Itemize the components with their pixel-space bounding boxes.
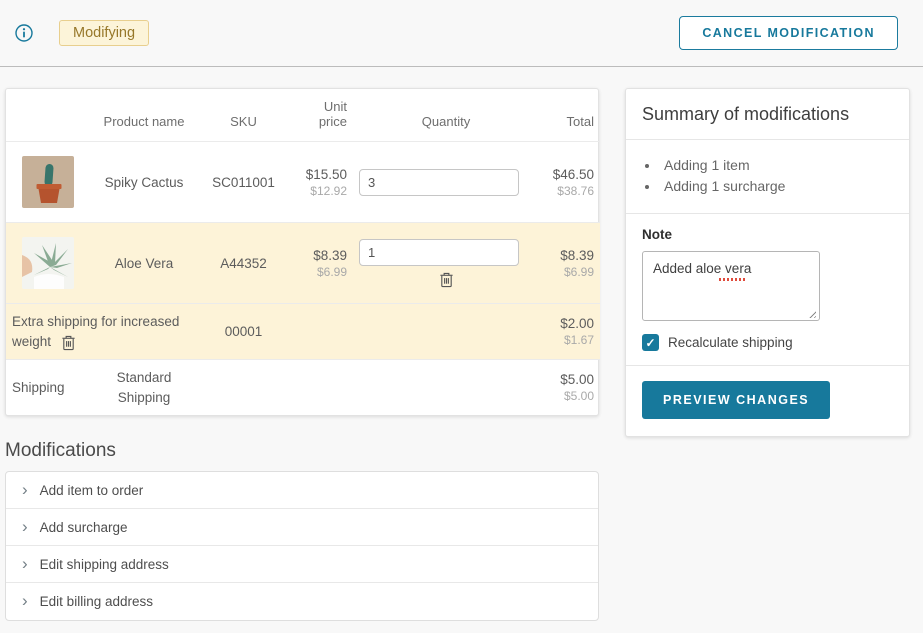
recalculate-shipping-label: Recalculate shipping (668, 335, 793, 350)
header-quantity: Quantity (353, 89, 539, 142)
summary-footer: PREVIEW CHANGES (626, 366, 909, 436)
cell-sku: 00001 (196, 304, 291, 360)
cell-quantity-empty (353, 304, 539, 360)
total-secondary: $1.67 (545, 333, 594, 347)
spellcheck-squiggle (719, 278, 747, 281)
accordion-item-add-item[interactable]: › Add item to order (6, 472, 598, 509)
cancel-modification-button[interactable]: CANCEL MODIFICATION (679, 16, 898, 50)
cell-unit-price: $15.50 $12.92 (291, 142, 353, 223)
chevron-right-icon: › (22, 481, 28, 498)
top-bar: Modifying CANCEL MODIFICATION (0, 0, 923, 67)
accordion-item-edit-shipping-address[interactable]: › Edit shipping address (6, 546, 598, 583)
note-wrap: Added aloe vera (642, 251, 820, 326)
total-secondary: $5.00 (545, 389, 594, 403)
table-row-cactus: Spiky Cactus SC011001 $15.50 $12.92 $46.… (6, 142, 600, 223)
cell-unit-price-empty (291, 360, 353, 416)
cell-product-name: Aloe Vera (92, 223, 196, 304)
status-badge: Modifying (59, 20, 149, 46)
header-product-name: Product name (92, 89, 196, 142)
note-section: Note Added aloe vera ✓ Recalculate shipp… (626, 214, 909, 366)
summary-column: Summary of modifications Adding 1 item A… (625, 88, 910, 621)
cell-unit-price: $8.39 $6.99 (291, 223, 353, 304)
order-table: Product name SKU Unit price Quantity Tot… (6, 89, 600, 415)
note-label: Note (642, 227, 893, 242)
trash-icon[interactable] (439, 271, 454, 288)
total-secondary: $38.76 (545, 184, 594, 198)
summary-item: Adding 1 surcharge (660, 178, 893, 194)
order-table-card: Product name SKU Unit price Quantity Tot… (5, 88, 599, 416)
cell-quantity-empty (353, 360, 539, 416)
cell-shipping-label: Shipping (6, 360, 92, 416)
modifications-title: Modifications (5, 440, 599, 462)
trash-icon[interactable] (61, 334, 76, 351)
table-row-shipping: Shipping Standard Shipping $5.00 $5.00 (6, 360, 600, 416)
cell-total: $8.39 $6.99 (539, 223, 600, 304)
cell-unit-price-empty (291, 304, 353, 360)
cell-thumb (6, 142, 92, 223)
accordion-item-add-surcharge[interactable]: › Add surcharge (6, 509, 598, 546)
order-column: Product name SKU Unit price Quantity Tot… (5, 88, 599, 621)
accordion-label: Edit shipping address (40, 557, 169, 572)
accordion-label: Add surcharge (40, 520, 128, 535)
cell-thumb (6, 223, 92, 304)
quantity-input-aloe[interactable] (359, 239, 519, 266)
note-textarea[interactable]: Added aloe vera (642, 251, 820, 321)
header-total: Total (539, 89, 600, 142)
table-header-row: Product name SKU Unit price Quantity Tot… (6, 89, 600, 142)
preview-changes-button[interactable]: PREVIEW CHANGES (642, 381, 830, 419)
accordion-label: Edit billing address (40, 594, 153, 609)
chevron-right-icon: › (22, 518, 28, 535)
main-content: Product name SKU Unit price Quantity Tot… (5, 88, 923, 621)
cell-quantity (353, 142, 539, 223)
cell-sku: A44352 (196, 223, 291, 304)
recalculate-shipping-row[interactable]: ✓ Recalculate shipping (642, 334, 893, 351)
recalculate-shipping-checkbox[interactable]: ✓ (642, 334, 659, 351)
accordion-label: Add item to order (40, 483, 144, 498)
checkmark-icon: ✓ (645, 336, 655, 350)
cell-quantity (353, 223, 539, 304)
summary-list: Adding 1 item Adding 1 surcharge (626, 140, 909, 214)
quantity-input-cactus[interactable] (359, 169, 519, 196)
cell-total: $46.50 $38.76 (539, 142, 600, 223)
modifications-accordion: › Add item to order › Add surcharge › Ed… (5, 471, 599, 621)
product-image-cactus (22, 156, 74, 208)
header-sku: SKU (196, 89, 291, 142)
table-row-surcharge: Extra shipping for increased weight (6, 304, 600, 360)
cell-sku: SC011001 (196, 142, 291, 223)
cell-total: $2.00 $1.67 (539, 304, 600, 360)
table-row-aloe: Aloe Vera A44352 $8.39 $6.99 (6, 223, 600, 304)
remove-aloe-wrap (366, 271, 526, 288)
unit-price-secondary: $12.92 (297, 184, 347, 198)
header-thumb (6, 89, 92, 142)
cell-shipping-method: Standard Shipping (92, 360, 196, 416)
summary-title: Summary of modifications (626, 89, 909, 140)
cell-total: $5.00 $5.00 (539, 360, 600, 416)
total-secondary: $6.99 (545, 265, 594, 279)
cell-product-name: Spiky Cactus (92, 142, 196, 223)
accordion-item-edit-billing-address[interactable]: › Edit billing address (6, 583, 598, 620)
cell-surcharge-name: Extra shipping for increased weight (6, 304, 196, 360)
info-icon[interactable] (15, 24, 33, 42)
top-bar-left: Modifying (15, 20, 679, 46)
summary-card: Summary of modifications Adding 1 item A… (625, 88, 910, 437)
header-unit-price: Unit price (291, 89, 353, 142)
chevron-right-icon: › (22, 592, 28, 609)
chevron-right-icon: › (22, 555, 28, 572)
summary-item: Adding 1 item (660, 157, 893, 173)
cell-sku-empty (196, 360, 291, 416)
unit-price-secondary: $6.99 (297, 265, 347, 279)
product-image-aloe (22, 237, 74, 289)
